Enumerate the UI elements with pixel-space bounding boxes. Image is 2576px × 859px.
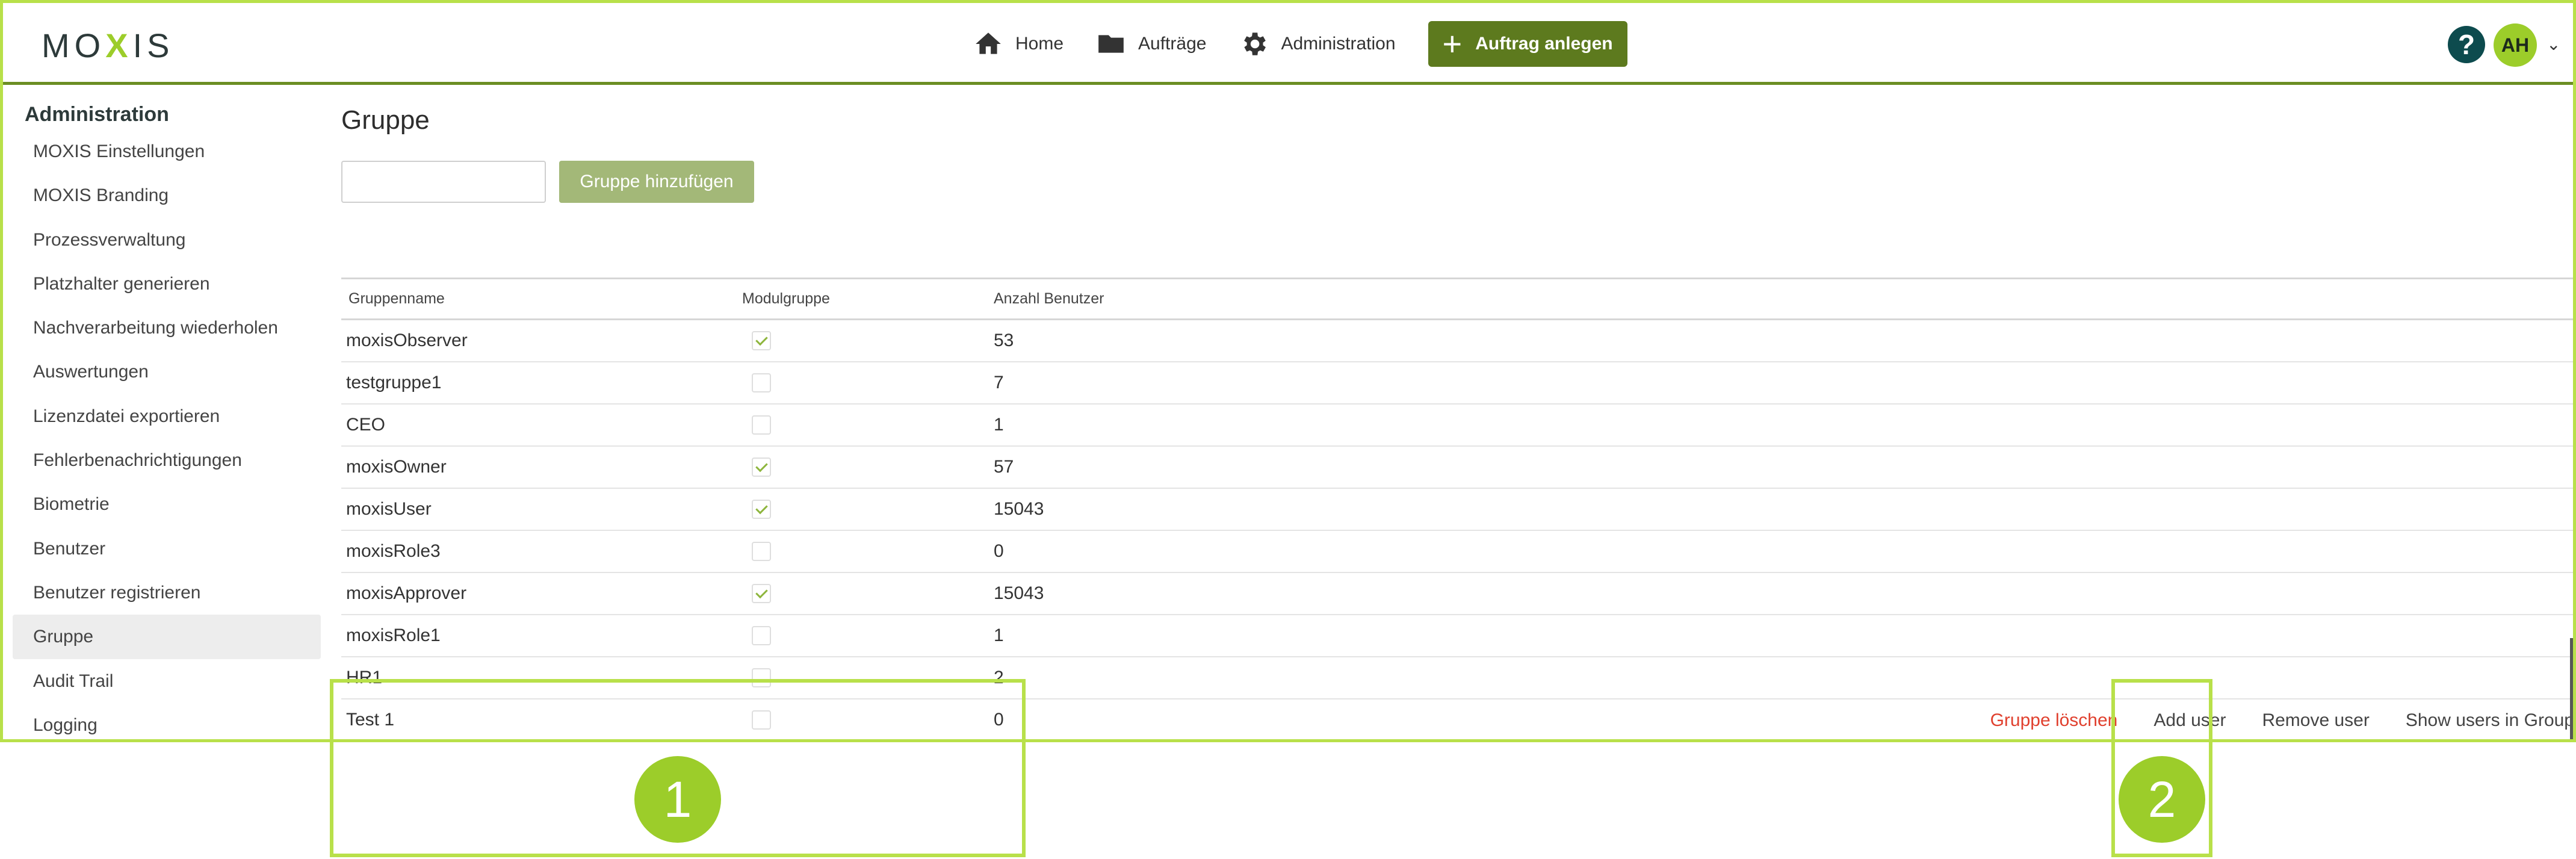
nav-orders-label: Aufträge: [1138, 34, 1207, 54]
add-group-button[interactable]: Gruppe hinzufügen: [559, 161, 754, 203]
main-nav: Home Aufträge Administration + Auftrag a…: [973, 21, 1627, 67]
group-name-input[interactable]: [341, 161, 546, 203]
sidebar-item-benutzer[interactable]: Benutzer: [13, 527, 321, 571]
home-icon: [976, 33, 1001, 54]
plus-icon: +: [1442, 25, 1463, 63]
module-group-cell: [741, 626, 990, 645]
group-name-cell: moxisApprover: [346, 583, 467, 603]
nav-administration-label: Administration: [1281, 34, 1396, 54]
sidebar-item-gruppe[interactable]: Gruppe: [13, 615, 321, 659]
group-name-cell: moxisRole1: [346, 625, 441, 645]
table-row[interactable]: moxisApprover 15043: [341, 573, 2573, 615]
user-count-cell: 0: [994, 710, 1004, 730]
table-row[interactable]: moxisObserver 53: [341, 320, 2573, 362]
module-group-checkbox: [752, 500, 771, 519]
admin-sidebar: Administration MOXIS Einstellungen MOXIS …: [13, 93, 321, 739]
sidebar-item-platzhalter-generieren[interactable]: Platzhalter generieren: [13, 262, 321, 306]
user-avatar[interactable]: AH: [2494, 23, 2537, 67]
show-users-button[interactable]: Show users in Group: [2406, 710, 2573, 731]
user-count-cell: 57: [994, 457, 1014, 477]
callout-badge-2: 2: [2119, 756, 2205, 843]
sidebar-item-logging[interactable]: Logging: [13, 703, 321, 739]
page-title: Gruppe: [341, 105, 430, 135]
sidebar-item-nachverarbeitung-wiederholen[interactable]: Nachverarbeitung wiederholen: [13, 306, 321, 350]
folder-icon: [1098, 35, 1124, 53]
module-group-checkbox: [752, 415, 771, 435]
header-user-count[interactable]: Anzahl Benutzer: [990, 290, 1351, 308]
top-navigation-bar: MOXIS Home Aufträge Administration + Auf…: [3, 3, 2573, 85]
nav-home[interactable]: Home: [973, 29, 1064, 59]
help-icon[interactable]: ?: [2448, 26, 2485, 63]
table-row[interactable]: testgruppe1 7: [341, 362, 2573, 405]
callout-badge-1: 1: [634, 756, 721, 843]
moxis-logo[interactable]: MOXIS: [42, 26, 175, 65]
row-actions: Gruppe löschen Add user Remove user Show us…: [1954, 699, 2573, 739]
sidebar-item-moxis-branding[interactable]: MOXIS Branding: [13, 173, 321, 217]
app-window: MOXIS Home Aufträge Administration + Auf…: [0, 0, 2576, 742]
sidebar-item-benutzer-registrieren[interactable]: Benutzer registrieren: [13, 571, 321, 615]
module-group-checkbox: [752, 457, 771, 477]
sidebar-item-lizenzdatei-exportieren[interactable]: Lizenzdatei exportieren: [13, 394, 321, 438]
user-count-cell: 2: [994, 668, 1004, 687]
module-group-cell: [741, 415, 990, 435]
sidebar-title: Administration: [25, 103, 169, 126]
module-group-checkbox: [752, 542, 771, 561]
module-group-cell: [741, 500, 990, 519]
group-name-cell: moxisRole3: [346, 541, 441, 561]
module-group-cell: [741, 331, 990, 350]
header-module-group[interactable]: Modulgruppe: [741, 290, 990, 308]
groups-table: Gruppenname Modulgruppe Anzahl Benutzer …: [341, 278, 2573, 739]
module-group-cell: [741, 373, 990, 392]
table-row[interactable]: moxisOwner 57: [341, 447, 2573, 489]
table-row[interactable]: CEO 1: [341, 405, 2573, 447]
chevron-down-icon[interactable]: ⌄: [2547, 34, 2560, 54]
sidebar-item-audit-trail[interactable]: Audit Trail: [13, 659, 321, 703]
create-order-label: Auftrag anlegen: [1475, 34, 1613, 54]
user-count-cell: 53: [994, 330, 1014, 350]
group-name-cell: moxisObserver: [346, 330, 468, 350]
nav-orders[interactable]: Aufträge: [1096, 29, 1206, 59]
table-header: Gruppenname Modulgruppe Anzahl Benutzer: [341, 279, 2573, 320]
module-group-cell: [741, 542, 990, 561]
user-count-cell: 1: [994, 625, 1004, 645]
module-group-cell: [741, 457, 990, 477]
group-name-cell: CEO: [346, 415, 386, 435]
module-group-checkbox: [752, 626, 771, 645]
user-count-cell: 0: [994, 541, 1004, 561]
sidebar-item-biometrie[interactable]: Biometrie: [13, 482, 321, 526]
table-row[interactable]: moxisUser 15043: [341, 489, 2573, 531]
remove-user-button[interactable]: Remove user: [2262, 710, 2369, 731]
module-group-checkbox: [752, 584, 771, 603]
scrollbar[interactable]: [2570, 638, 2573, 739]
sidebar-item-moxis-einstellungen[interactable]: MOXIS Einstellungen: [13, 129, 321, 173]
group-name-cell: moxisUser: [346, 499, 432, 519]
group-name-cell: testgruppe1: [346, 373, 442, 392]
table-row[interactable]: moxisRole3 0: [341, 531, 2573, 573]
user-count-cell: 1: [994, 415, 1004, 435]
nav-administration[interactable]: Administration: [1239, 29, 1396, 59]
header-group-name[interactable]: Gruppenname: [341, 290, 741, 308]
sidebar-item-fehlerbenachrichtigungen[interactable]: Fehlerbenachrichtigungen: [13, 438, 321, 482]
create-order-button[interactable]: + Auftrag anlegen: [1428, 21, 1627, 67]
user-count-cell: 15043: [994, 583, 1044, 603]
module-group-checkbox: [752, 373, 771, 392]
module-group-checkbox: [752, 331, 771, 350]
user-count-cell: 7: [994, 373, 1004, 392]
sidebar-item-prozessverwaltung[interactable]: Prozessverwaltung: [13, 218, 321, 262]
group-name-cell: moxisOwner: [346, 457, 447, 477]
user-count-cell: 15043: [994, 499, 1044, 519]
module-group-cell: [741, 584, 990, 603]
table-row[interactable]: moxisRole1 1: [341, 615, 2573, 657]
delete-group-button[interactable]: Gruppe löschen: [1990, 710, 2118, 731]
nav-home-label: Home: [1015, 34, 1064, 54]
gear-icon: [1244, 33, 1266, 55]
sidebar-item-auswertungen[interactable]: Auswertungen: [13, 350, 321, 394]
